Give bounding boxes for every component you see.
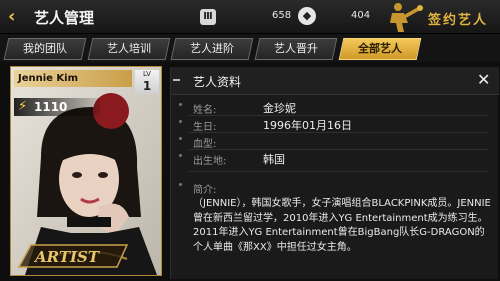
currency-count-1: 658 — [272, 10, 292, 21]
close-icon[interactable]: ✕ — [477, 70, 490, 89]
divider — [189, 149, 489, 150]
artist-card[interactable]: Jennie Kim LV 1 ⚡ 1110 ARTIST — [10, 66, 162, 276]
divider-dot — [179, 154, 182, 157]
sign-artist-icon[interactable] — [382, 1, 428, 33]
divider — [189, 115, 489, 116]
back-arrow-icon[interactable]: ‹ — [8, 8, 26, 26]
panel-title: 艺人资料 — [193, 75, 242, 89]
diamond-icon: ◆ — [298, 7, 316, 25]
tab-all-artists[interactable]: 全部艺人 — [338, 38, 422, 60]
bio-label: 简介: — [193, 185, 217, 196]
divider-dot — [179, 120, 182, 123]
birthplace-value: 韩国 — [263, 153, 285, 166]
name-value: 金珍妮 — [263, 102, 296, 115]
artist-name: Jennie Kim — [14, 70, 132, 87]
tab-artist-promotion[interactable]: 艺人晋升 — [254, 38, 338, 60]
birthday-value: 1996年01月16日 — [263, 119, 352, 132]
divider — [189, 171, 489, 172]
name-label: 姓名: — [193, 105, 217, 116]
birthday-label: 生日: — [193, 122, 217, 133]
menu-icon[interactable]: Ⅲ — [200, 9, 216, 25]
currency-count-2: 404 — [351, 10, 371, 21]
tab-artist-training[interactable]: 艺人培训 — [87, 38, 171, 60]
lightning-icon: ⚡ — [18, 99, 28, 114]
tab-label: 艺人进阶 — [190, 42, 234, 55]
sign-artist-label[interactable]: 签约艺人 — [428, 9, 488, 28]
divider — [189, 132, 489, 133]
tab-my-team[interactable]: 我的团队 — [3, 38, 87, 60]
tab-label: 我的团队 — [23, 42, 67, 55]
birthplace-label: 出生地: — [193, 156, 227, 167]
blood-type-label: 血型: — [193, 139, 217, 150]
divider-dot — [179, 103, 182, 106]
bio-text: （JENNIE），韩国女歌手，女子演唱组合BLACKPINK成员。JENNIE曾… — [193, 198, 491, 253]
page-title: 艺人管理 — [34, 9, 95, 27]
divider-dot — [179, 183, 182, 186]
tab-label: 艺人培训 — [107, 42, 151, 55]
panel-header: 艺人资料 ✕ — [171, 67, 499, 95]
dash-icon — [173, 79, 180, 81]
tab-artist-advance[interactable]: 艺人进阶 — [170, 38, 254, 60]
profile-panel: 艺人资料 ✕ 姓名: 金珍妮 生日: 1996年01月16日 血型: 出生地: … — [170, 67, 499, 279]
tab-label: 全部艺人 — [358, 42, 402, 55]
power-value: 1110 — [34, 100, 68, 114]
top-bar: ‹ 艺人管理 Ⅲ 658 ◆ 404 签约艺人 — [0, 0, 500, 34]
artist-logo: ARTIST — [17, 244, 129, 268]
power-bar: ⚡ 1110 — [14, 98, 100, 116]
logo-text: ARTIST — [33, 248, 101, 266]
level-label: LV — [143, 70, 151, 78]
tab-bar: 我的团队 艺人培训 艺人进阶 艺人晋升 全部艺人 — [0, 34, 500, 62]
tab-label: 艺人晋升 — [274, 42, 318, 55]
divider-dot — [179, 137, 182, 140]
level-value: 1 — [142, 79, 152, 93]
level-badge: LV 1 — [135, 70, 159, 94]
